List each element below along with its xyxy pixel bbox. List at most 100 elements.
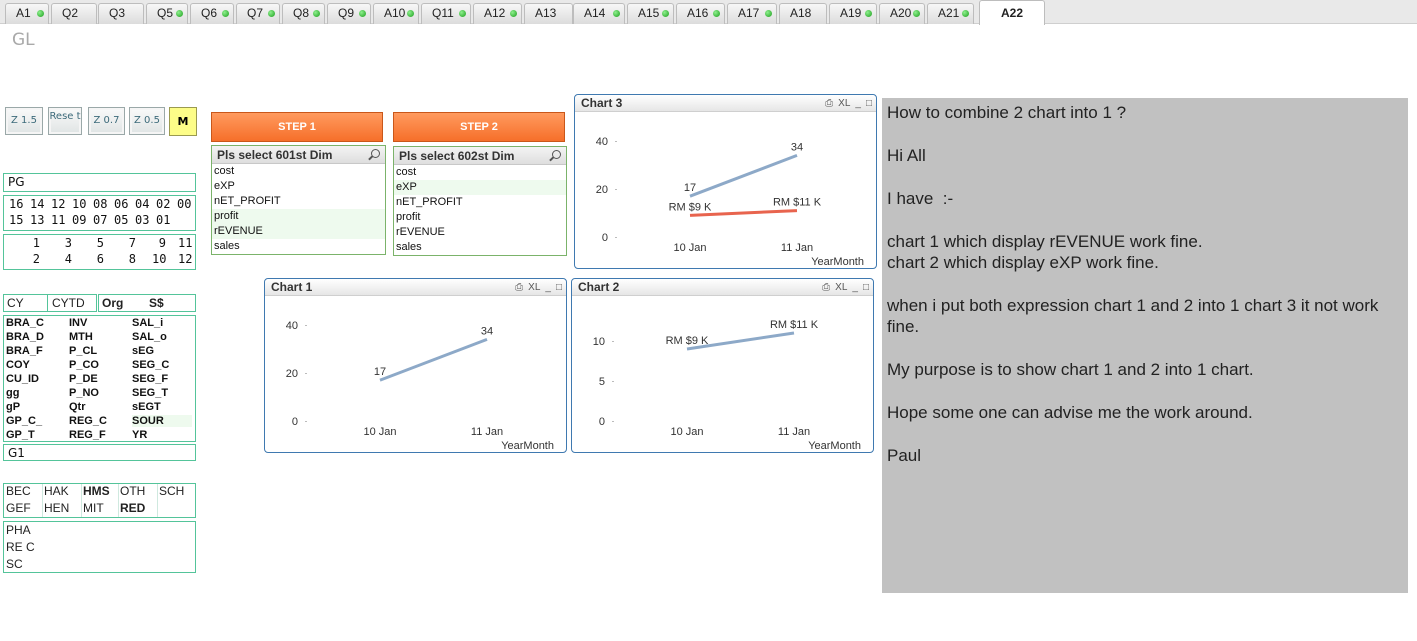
print-icon[interactable]: ⎙ — [822, 279, 830, 296]
chart-3[interactable]: Chart 3 ⎙ XL _ □ 0 20 40 10 Jan 11 Jan YearMonth 17… — [574, 94, 877, 269]
pg-value[interactable]: 08 — [93, 197, 107, 211]
excel-icon[interactable]: XL — [835, 279, 847, 296]
maximize-icon[interactable]: □ — [866, 95, 872, 112]
sheet-tab-a14[interactable]: A14 — [573, 3, 625, 24]
number-value[interactable]: 2 — [26, 252, 40, 266]
sheet-tab-a15[interactable]: A15 — [627, 3, 674, 24]
pg-value[interactable]: 03 — [135, 213, 149, 227]
pg-value[interactable]: 13 — [30, 213, 44, 227]
step1-button[interactable]: STEP 1 — [211, 112, 383, 142]
print-icon[interactable]: ⎙ — [515, 279, 523, 296]
minimize-icon[interactable]: _ — [545, 279, 551, 296]
code-item[interactable]: SCH — [159, 484, 184, 498]
number-value[interactable]: 4 — [58, 252, 72, 266]
sheet-tab-a22[interactable]: A22 — [979, 0, 1045, 25]
number-value[interactable]: 3 — [58, 236, 72, 250]
number-value[interactable]: 8 — [122, 252, 136, 266]
series-line[interactable] — [379, 337, 488, 382]
cy-option[interactable]: CY — [7, 296, 24, 310]
pg-value[interactable]: 07 — [93, 213, 107, 227]
code-item[interactable]: GEF — [6, 501, 31, 515]
code-item[interactable]: OTH — [120, 484, 145, 498]
chart-header[interactable]: Chart 2 ⎙ XL _ □ — [572, 279, 873, 296]
zoom-0.5-button[interactable]: Z 0.5 — [129, 107, 165, 135]
list-item[interactable]: cost — [394, 165, 566, 180]
sheet-tab-q3[interactable]: Q3 — [98, 3, 144, 24]
org-option[interactable]: Org — [102, 296, 123, 310]
sheet-tab-q11[interactable]: Q11 — [421, 3, 471, 24]
code-item[interactable]: PHA — [6, 523, 31, 537]
step2-button[interactable]: STEP 2 — [393, 112, 565, 142]
number-value[interactable]: 5 — [90, 236, 104, 250]
list-item[interactable]: rEVENUE — [212, 224, 385, 239]
code-item[interactable]: RED — [120, 501, 145, 515]
sheet-tab-q5[interactable]: Q5 — [146, 3, 188, 24]
series-line[interactable] — [689, 153, 798, 198]
pg-value[interactable]: 02 — [156, 197, 170, 211]
maximize-icon[interactable]: □ — [863, 279, 869, 296]
sheet-tab-q8[interactable]: Q8 — [282, 3, 325, 24]
code-item[interactable]: HEN — [44, 501, 69, 515]
sheet-tab-a10[interactable]: A10 — [373, 3, 419, 24]
field-item[interactable]: P_CO — [69, 359, 99, 371]
number-value[interactable]: 1 — [26, 236, 40, 250]
sheet-tab-q7[interactable]: Q7 — [236, 3, 280, 24]
field-item[interactable]: GP_C_ — [6, 415, 42, 427]
pg-value[interactable]: 00 — [177, 197, 191, 211]
list-item[interactable]: rEVENUE — [394, 225, 566, 240]
g1-listbox-title[interactable]: G1 — [3, 444, 196, 461]
field-item[interactable]: REG_C — [69, 415, 107, 427]
field-item[interactable]: BRA_F — [6, 345, 43, 357]
code-item[interactable]: BEC — [6, 484, 31, 498]
pg-value[interactable]: 11 — [51, 213, 65, 227]
list-item[interactable]: eXP — [394, 180, 566, 195]
minimize-icon[interactable]: _ — [855, 95, 861, 112]
field-item[interactable]: SEG_C — [132, 359, 169, 371]
sheet-tab-q9[interactable]: Q9 — [327, 3, 371, 24]
field-item[interactable]: BRA_C — [6, 317, 44, 329]
zoom-0.7-button[interactable]: Z 0.7 — [88, 107, 125, 135]
sheet-tab-a18[interactable]: A18 — [779, 3, 827, 24]
field-item[interactable]: SAL_o — [132, 331, 167, 343]
list-item[interactable]: sales — [394, 240, 566, 255]
list-item[interactable]: sales — [212, 239, 385, 254]
search-icon[interactable] — [552, 150, 561, 159]
pg-value[interactable]: 01 — [156, 213, 170, 227]
pg-value[interactable]: 05 — [114, 213, 128, 227]
cytd-option[interactable]: CYTD — [52, 296, 85, 310]
pg-value[interactable]: 12 — [51, 197, 65, 211]
field-item[interactable]: CU_ID — [6, 373, 39, 385]
field-item[interactable]: P_DE — [69, 373, 98, 385]
number-value[interactable]: 11 — [178, 236, 192, 250]
excel-icon[interactable]: XL — [528, 279, 540, 296]
sheet-tab-a21[interactable]: A21 — [927, 3, 974, 24]
pg-value[interactable]: 16 — [9, 197, 23, 211]
list-item[interactable]: cost — [212, 164, 385, 179]
sheet-tab-a13[interactable]: A13 — [524, 3, 573, 24]
pg-value[interactable]: 09 — [72, 213, 86, 227]
currency-option[interactable]: S$ — [149, 296, 164, 310]
search-icon[interactable] — [371, 149, 380, 158]
field-item[interactable]: SEG_F — [132, 373, 168, 385]
pg-value[interactable]: 06 — [114, 197, 128, 211]
pg-listbox-title[interactable]: PG — [3, 173, 196, 192]
code-item[interactable]: HAK — [44, 484, 69, 498]
code-item[interactable]: SC — [6, 557, 23, 571]
sheet-tab-a12[interactable]: A12 — [473, 3, 522, 24]
field-item[interactable]: GP_T — [6, 429, 35, 441]
reset-button[interactable]: Rese t — [48, 107, 82, 135]
zoom-1.5-button[interactable]: Z 1.5 — [5, 107, 43, 135]
sheet-tab-q6[interactable]: Q6 — [190, 3, 234, 24]
field-item[interactable]: BRA_D — [6, 331, 44, 343]
field-item[interactable]: REG_F — [69, 429, 106, 441]
field-item[interactable]: sEG — [132, 345, 154, 357]
pg-value[interactable]: 10 — [72, 197, 86, 211]
number-value[interactable]: 7 — [122, 236, 136, 250]
pg-value[interactable]: 14 — [30, 197, 44, 211]
code-item[interactable]: HMS — [83, 484, 110, 498]
pg-value[interactable]: 04 — [135, 197, 149, 211]
field-item[interactable]: SAL_i — [132, 317, 163, 329]
field-item[interactable]: YR — [132, 429, 147, 441]
sheet-tab-a16[interactable]: A16 — [676, 3, 725, 24]
chart-header[interactable]: Chart 1 ⎙ XL _ □ — [265, 279, 566, 296]
